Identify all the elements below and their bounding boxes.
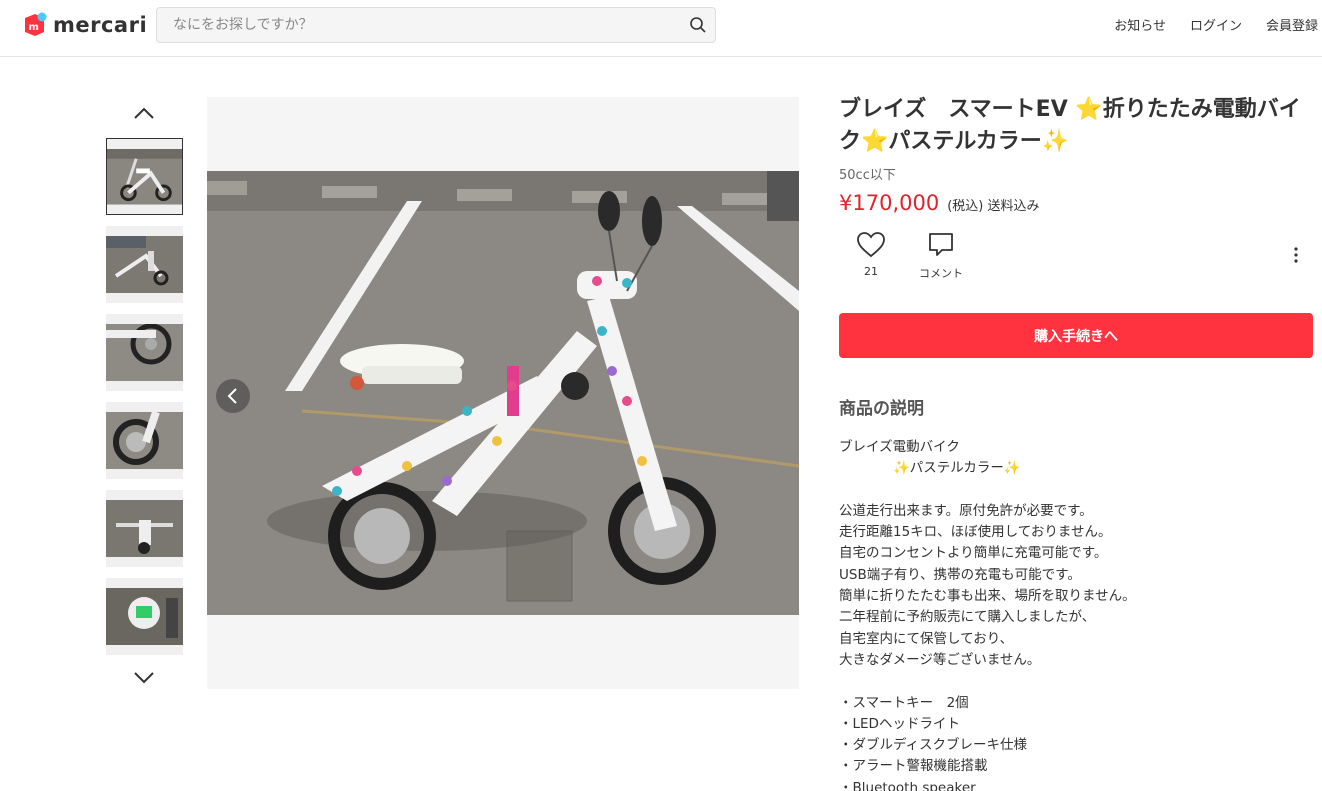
chevron-left-icon	[227, 388, 237, 404]
search-bar	[156, 7, 716, 43]
like-count: 21	[864, 265, 878, 278]
price-row: ¥170,000 (税込) 送料込み	[839, 191, 1314, 215]
thumbnail-image	[106, 588, 183, 645]
more-vertical-icon[interactable]	[1290, 245, 1302, 265]
nav-notifications[interactable]: お知らせ	[1114, 15, 1166, 34]
logo[interactable]: m mercari	[22, 11, 147, 39]
buy-button[interactable]: 購入手続きへ	[839, 313, 1313, 358]
product-price: ¥170,000	[839, 191, 940, 215]
like-button[interactable]: 21	[856, 231, 886, 278]
product-photo	[207, 171, 799, 615]
thumbnail-2[interactable]	[106, 226, 183, 303]
header: m mercari お知らせ ログイン 会員登録	[0, 0, 1322, 57]
search-input[interactable]	[157, 8, 677, 42]
product-category: 50cc以下	[839, 168, 896, 183]
comment-button[interactable]: コメント	[919, 231, 963, 281]
product-info: ブレイズ スマートEV ⭐折りたたみ電動バイク⭐パステルカラー✨ 50cc以下 …	[839, 94, 1314, 791]
thumbnail-image	[106, 236, 183, 293]
mercari-logo-icon: m	[25, 12, 47, 36]
thumbnail-1[interactable]	[106, 138, 183, 215]
thumbnail-image	[107, 149, 182, 205]
nav-login[interactable]: ログイン	[1190, 15, 1242, 34]
thumbnail-6[interactable]	[106, 578, 183, 655]
product-title: ブレイズ スマートEV ⭐折りたたみ電動バイク⭐パステルカラー✨	[839, 97, 1301, 154]
description-heading: 商品の説明	[839, 399, 924, 419]
action-row: 21 コメント	[839, 231, 1314, 293]
chevron-up-icon[interactable]	[132, 103, 156, 123]
thumbnail-5[interactable]	[106, 490, 183, 567]
header-nav: お知らせ ログイン 会員登録	[1114, 0, 1318, 48]
prev-image-button[interactable]	[216, 379, 250, 413]
logo-text: mercari	[53, 13, 148, 37]
chevron-down-icon[interactable]	[132, 668, 156, 688]
comment-icon	[929, 233, 953, 256]
search-icon[interactable]	[689, 16, 707, 34]
product-description: ブレイズ電動バイク ✨パステルカラー✨ 公道走行出来ます。原付免許が必要です。 …	[839, 439, 1136, 791]
thumbnail-image	[106, 412, 183, 469]
thumbnail-image	[106, 324, 183, 381]
tax-shipping-label: (税込) 送料込み	[947, 199, 1040, 214]
heart-icon	[857, 232, 885, 258]
comment-label: コメント	[919, 267, 963, 280]
nav-signup[interactable]: 会員登録	[1266, 15, 1318, 34]
main-image	[207, 97, 799, 689]
thumbnail-image	[106, 500, 183, 557]
thumbnail-4[interactable]	[106, 402, 183, 479]
thumbnail-3[interactable]	[106, 314, 183, 391]
svg-text:m: m	[29, 22, 39, 33]
